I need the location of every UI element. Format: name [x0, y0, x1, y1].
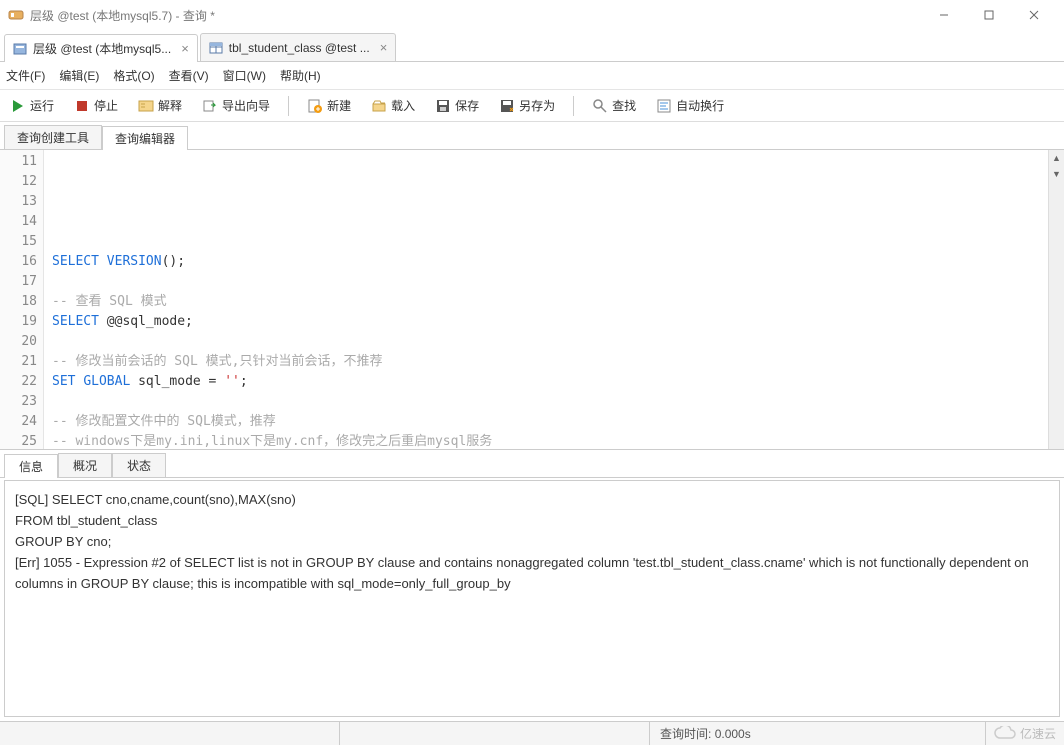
status-cell-mid — [340, 722, 650, 745]
save-as-icon — [499, 98, 515, 114]
toolbar-separator — [288, 96, 289, 116]
minimize-button[interactable] — [921, 1, 966, 29]
new-button[interactable]: 新建 — [303, 95, 355, 116]
doc-tab-label: tbl_student_class @test ... — [229, 41, 370, 55]
watermark: 亿速云 — [986, 725, 1064, 742]
explain-button[interactable]: 解释 — [134, 95, 186, 116]
code-area[interactable]: SELECT VERSION(); -- 查看 SQL 模式 SELECT @@… — [44, 150, 1048, 449]
close-button[interactable] — [1011, 1, 1056, 29]
titlebar: 层级 @test (本地mysql5.7) - 查询 * — [0, 0, 1064, 30]
tab-status[interactable]: 状态 — [112, 453, 166, 477]
save-as-button[interactable]: 另存为 — [495, 95, 559, 116]
db-icon — [13, 42, 27, 56]
scroll-up-icon[interactable]: ▲ — [1049, 150, 1064, 166]
new-icon — [307, 98, 323, 114]
menubar: 文件(F) 编辑(E) 格式(O) 查看(V) 窗口(W) 帮助(H) — [0, 62, 1064, 90]
toolbar: 运行 停止 解释 导出向导 新建 载入 保存 另存为 查找 自动换行 — [0, 90, 1064, 122]
status-cell-left — [0, 722, 340, 745]
sql-editor[interactable]: 11 12 13 14 15 16 17 18 19 20 21 22 23 2… — [0, 150, 1064, 450]
doc-tab-label: 层级 @test (本地mysql5... — [33, 40, 171, 57]
search-icon — [592, 98, 608, 114]
scroll-down-icon[interactable]: ▼ — [1049, 166, 1064, 182]
play-icon — [10, 98, 26, 114]
menu-file[interactable]: 文件(F) — [6, 67, 45, 84]
stop-button[interactable]: 停止 — [70, 95, 122, 116]
menu-edit[interactable]: 编辑(E) — [59, 67, 99, 84]
run-button[interactable]: 运行 — [6, 95, 58, 116]
doc-tab-table[interactable]: tbl_student_class @test ... × — [200, 33, 397, 61]
statusbar: 查询时间: 0.000s 亿速云 — [0, 721, 1064, 745]
export-icon — [202, 98, 218, 114]
output-tabs: 信息 概况 状态 — [0, 450, 1064, 478]
editor-sub-tabs: 查询创建工具 查询编辑器 — [0, 122, 1064, 150]
doc-tab-query[interactable]: 层级 @test (本地mysql5... × — [4, 34, 198, 62]
tab-query-builder[interactable]: 查询创建工具 — [4, 125, 102, 149]
app-icon — [8, 7, 24, 23]
tab-messages[interactable]: 信息 — [4, 454, 58, 478]
toolbar-separator — [573, 96, 574, 116]
line-gutter: 11 12 13 14 15 16 17 18 19 20 21 22 23 2… — [0, 150, 44, 449]
save-button[interactable]: 保存 — [431, 95, 483, 116]
stop-icon — [74, 98, 90, 114]
menu-help[interactable]: 帮助(H) — [280, 67, 321, 84]
output-panel[interactable]: [SQL] SELECT cno,cname,count(sno),MAX(sn… — [4, 480, 1060, 717]
explain-icon — [138, 98, 154, 114]
menu-window[interactable]: 窗口(W) — [223, 67, 266, 84]
vertical-scrollbar[interactable]: ▲ ▼ — [1048, 150, 1064, 449]
status-query-time: 查询时间: 0.000s — [650, 722, 986, 745]
export-wizard-button[interactable]: 导出向导 — [198, 95, 274, 116]
table-icon — [209, 41, 223, 55]
menu-view[interactable]: 查看(V) — [169, 67, 209, 84]
save-icon — [435, 98, 451, 114]
load-button[interactable]: 载入 — [367, 95, 419, 116]
maximize-button[interactable] — [966, 1, 1011, 29]
wrap-icon — [656, 98, 672, 114]
tab-close-icon[interactable]: × — [376, 40, 388, 55]
load-icon — [371, 98, 387, 114]
tab-profile[interactable]: 概况 — [58, 453, 112, 477]
find-button[interactable]: 查找 — [588, 95, 640, 116]
menu-format[interactable]: 格式(O) — [113, 67, 154, 84]
document-tabs: 层级 @test (本地mysql5... × tbl_student_clas… — [0, 30, 1064, 62]
tab-query-editor[interactable]: 查询编辑器 — [102, 126, 188, 150]
window-title: 层级 @test (本地mysql5.7) - 查询 * — [30, 7, 215, 24]
tab-close-icon[interactable]: × — [177, 41, 189, 56]
auto-wrap-button[interactable]: 自动换行 — [652, 95, 728, 116]
